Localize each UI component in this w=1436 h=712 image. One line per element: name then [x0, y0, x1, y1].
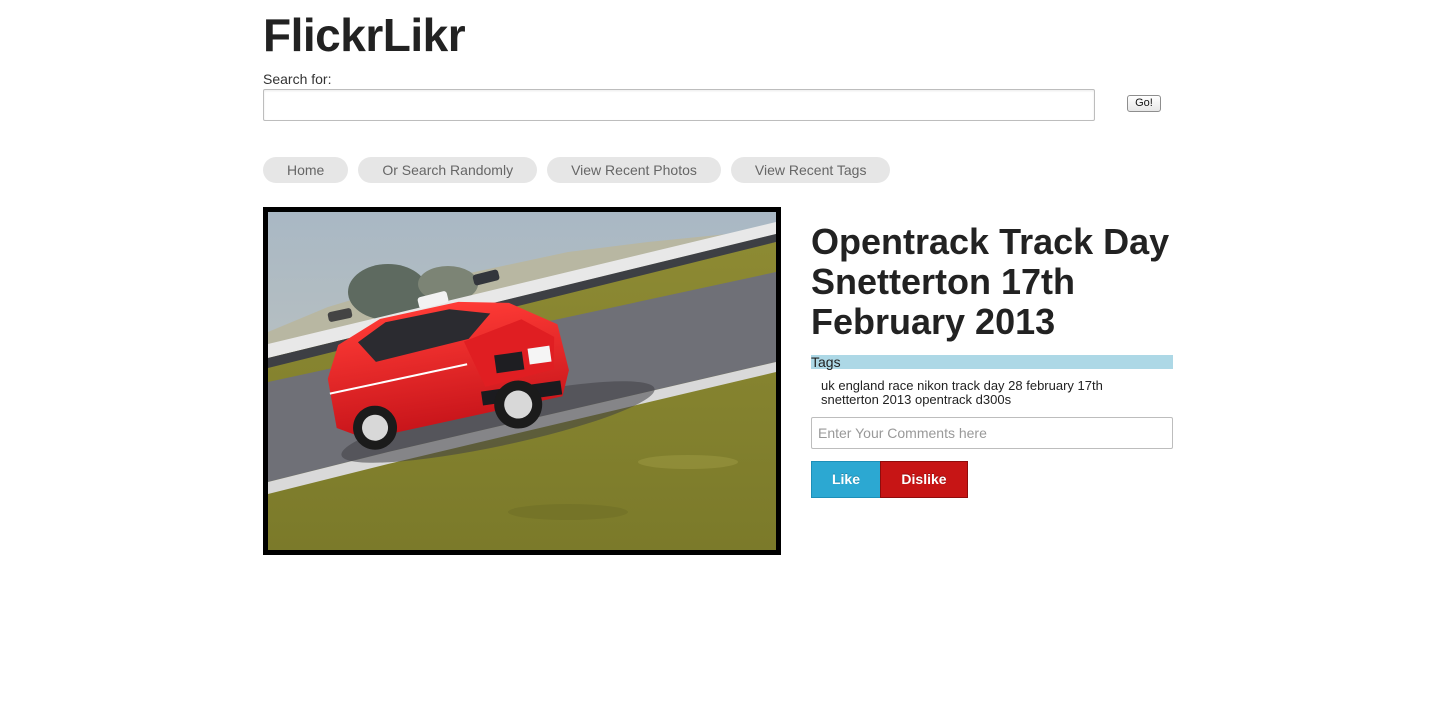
photo-frame — [263, 207, 781, 555]
comment-input[interactable] — [811, 417, 1173, 449]
nav-recent-photos[interactable]: View Recent Photos — [547, 157, 721, 183]
nav-bar: Home Or Search Randomly View Recent Phot… — [263, 157, 900, 183]
go-button[interactable]: Go! — [1127, 95, 1161, 112]
like-button[interactable]: Like — [811, 461, 881, 498]
dislike-button[interactable]: Dislike — [880, 461, 968, 498]
nav-search-randomly[interactable]: Or Search Randomly — [358, 157, 538, 183]
search-label: Search for: — [263, 71, 332, 87]
site-title: FlickrLikr — [263, 9, 466, 61]
tags-list: uk england race nikon track day 28 febru… — [821, 378, 1103, 407]
nav-recent-tags[interactable]: View Recent Tags — [730, 157, 891, 183]
photo-title: Opentrack Track Day Snetterton 17th Febr… — [811, 221, 1170, 342]
tags-header: Tags — [811, 355, 1173, 370]
nav-home[interactable]: Home — [263, 157, 349, 183]
search-input[interactable] — [263, 89, 1095, 121]
photo-image — [268, 212, 776, 550]
